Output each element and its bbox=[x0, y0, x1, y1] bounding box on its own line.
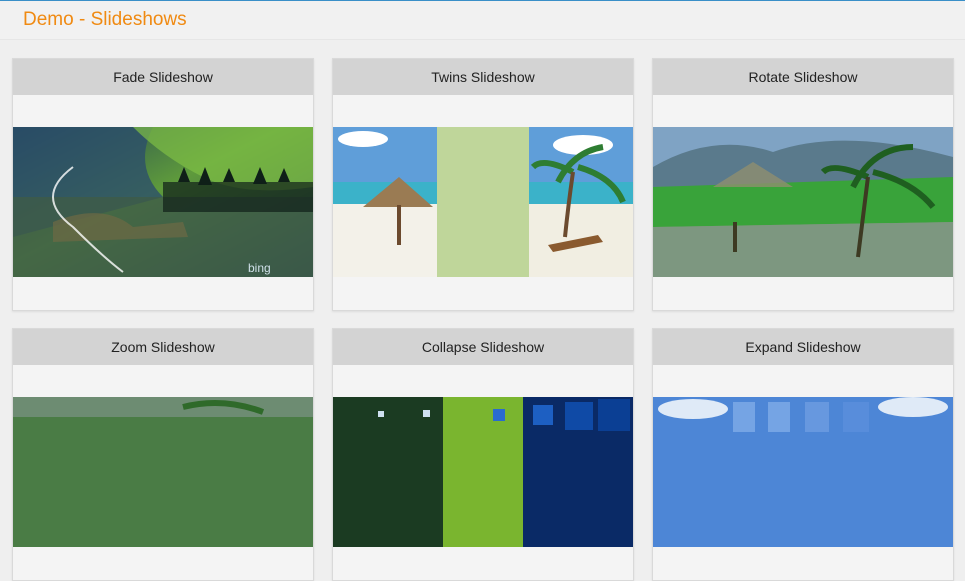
slide-image-collapse bbox=[333, 397, 633, 547]
slideshow-card-twins[interactable]: Twins Slideshow bbox=[332, 58, 634, 311]
card-title: Collapse Slideshow bbox=[333, 329, 633, 365]
slideshow-viewport[interactable] bbox=[13, 397, 313, 547]
page-title: Demo - Slideshows bbox=[23, 9, 187, 30]
slideshow-viewport[interactable] bbox=[333, 397, 633, 547]
card-title: Zoom Slideshow bbox=[13, 329, 313, 365]
slideshow-card-collapse[interactable]: Collapse Slideshow bbox=[332, 328, 634, 581]
card-title: Expand Slideshow bbox=[653, 329, 953, 365]
slideshow-viewport[interactable] bbox=[333, 127, 633, 277]
bing-watermark: bing bbox=[248, 261, 271, 275]
slideshow-card-zoom[interactable]: Zoom Slideshow bbox=[12, 328, 314, 581]
slideshow-card-rotate[interactable]: Rotate Slideshow bbox=[652, 58, 954, 311]
slide-image-expand bbox=[653, 397, 953, 547]
card-title: Fade Slideshow bbox=[13, 59, 313, 95]
slideshow-card-fade[interactable]: Fade Slideshow bing bbox=[12, 58, 314, 311]
slideshow-viewport[interactable] bbox=[653, 127, 953, 277]
slideshow-viewport[interactable]: bing bbox=[13, 127, 313, 277]
slideshow-card-expand[interactable]: Expand Slideshow bbox=[652, 328, 954, 581]
card-title: Twins Slideshow bbox=[333, 59, 633, 95]
slide-image-zoom bbox=[13, 397, 313, 547]
app-header: Demo - Slideshows bbox=[0, 1, 965, 40]
slide-image-rice-terraces bbox=[653, 127, 953, 277]
slide-image-beach bbox=[333, 127, 633, 277]
slideshow-viewport[interactable] bbox=[653, 397, 953, 547]
card-title: Rotate Slideshow bbox=[653, 59, 953, 95]
slide-image-tropical-resort: bing bbox=[13, 127, 313, 277]
